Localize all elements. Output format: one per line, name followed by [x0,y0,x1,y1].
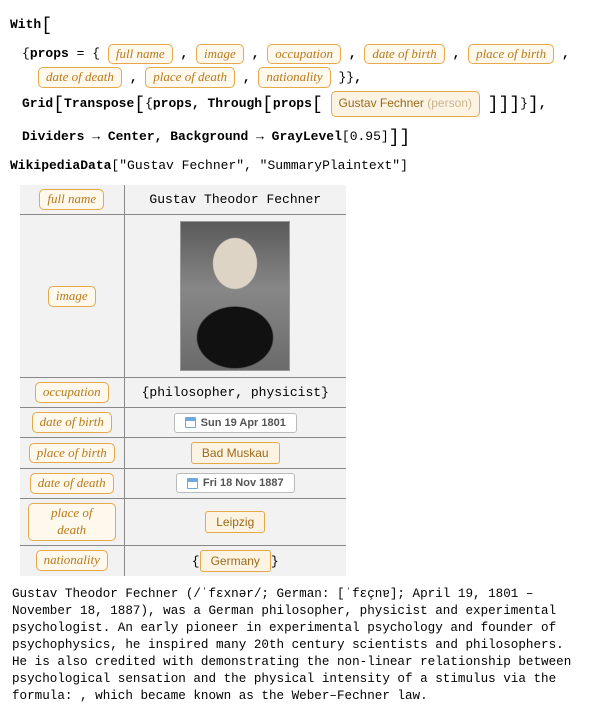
table-row: image [20,215,346,378]
props-line1: {props = { full name , image , occupatio… [10,42,587,65]
date-badge: Sun 19 Apr 1801 [174,413,297,433]
prop-place-of-birth: place of birth [468,44,554,65]
row-label-cell: image [20,215,124,378]
calendar-icon [187,478,198,489]
row-label-pill: date of death [30,473,114,494]
date-text: Fri 18 Nov 1887 [203,477,284,489]
entity-gustav-fechner[interactable]: Gustav Fechner (person) [331,91,480,117]
row-label-cell: date of birth [20,408,124,438]
prop-occupation: occupation [267,44,341,65]
row-label-pill: full name [39,189,104,210]
place-badge: Leipzig [205,511,265,533]
output-grid: full name Gustav Theodor Fechner image occu… [20,185,346,575]
row-label-pill: occupation [35,382,109,403]
row-value-cell [124,215,346,378]
row-label-pill: nationality [36,550,108,571]
table-row: occupation {philosopher, physicist} [20,378,346,408]
row-label-pill: place of birth [29,443,115,464]
prop-date-of-birth: date of birth [364,44,444,65]
summary-text: Gustav Theodor Fechner (/ˈfɛxnər/; Germa… [10,586,587,705]
table-row: nationality {Germany} [20,545,346,576]
with-keyword: With [10,17,41,32]
row-label-cell: full name [20,185,124,214]
props-line2: date of death , place of death , nationa… [10,66,587,89]
row-label-cell: occupation [20,378,124,408]
prop-nationality: nationality [258,67,330,88]
table-row: date of birth Sun 19 Apr 1801 [20,408,346,438]
row-value-cell: {philosopher, physicist} [124,378,346,408]
prop-place-of-death: place of death [145,67,235,88]
row-value-cell: {Germany} [124,545,346,576]
prop-full-name: full name [108,44,173,65]
place-badge: Germany [200,550,271,572]
code-input: With[ {props = { full name , image , occ… [10,10,587,177]
wikipedia-line: WikipediaData["Gustav Fechner", "Summary… [10,154,587,177]
table-row: full name Gustav Theodor Fechner [20,185,346,214]
table-row: place of death Leipzig [20,498,346,545]
place-badge: Bad Muskau [191,442,280,464]
row-label-pill: image [48,286,96,307]
row-label-cell: place of birth [20,438,124,469]
portrait-image [180,221,290,371]
row-value-cell: Fri 18 Nov 1887 [124,469,346,499]
prop-date-of-death: date of death [38,67,122,88]
opts-line: Dividers → Center, Background → GrayLeve… [10,122,587,154]
date-badge: Fri 18 Nov 1887 [176,473,295,493]
table-row: place of birth Bad Muskau [20,438,346,469]
prop-image: image [196,44,244,65]
row-label-cell: place of death [20,498,124,545]
grid-line: Grid[Transpose[{props, Through[props[ Gu… [10,89,587,121]
row-label-pill: date of birth [32,412,112,433]
row-value-cell: Sun 19 Apr 1801 [124,408,346,438]
row-value-cell: Leipzig [124,498,346,545]
row-label-pill: place of death [28,503,116,541]
calendar-icon [185,417,196,428]
row-value-cell: Bad Muskau [124,438,346,469]
date-text: Sun 19 Apr 1801 [201,417,286,429]
row-label-cell: date of death [20,469,124,499]
row-label-cell: nationality [20,545,124,576]
table-row: date of death Fri 18 Nov 1887 [20,469,346,499]
row-value-cell: Gustav Theodor Fechner [124,185,346,214]
